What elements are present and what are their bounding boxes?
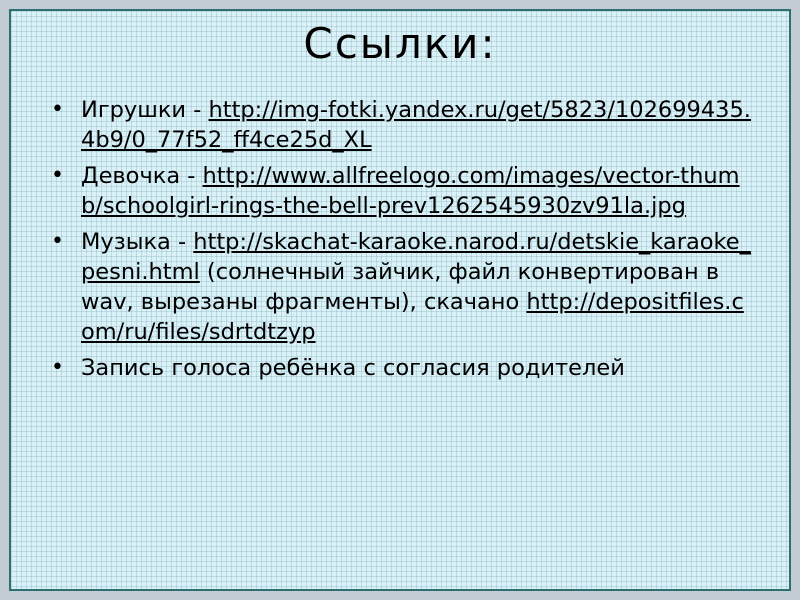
item-label: Музыка - (81, 229, 194, 255)
slide-title: Ссылки: (303, 19, 497, 68)
item-label: Запись голоса ребёнка с согласия родител… (81, 355, 625, 381)
bullet-icon: • (51, 97, 64, 122)
slide: Ссылки: • Игрушки - http://img-fotki.yan… (9, 9, 791, 591)
bullet-icon: • (51, 163, 64, 188)
item-label: Девочка - (81, 163, 203, 189)
item-label: Игрушки - (81, 97, 209, 123)
links-list: • Игрушки - http://img-fotki.yandex.ru/g… (51, 95, 751, 389)
bullet-icon: • (51, 229, 64, 254)
list-item-voice: • Запись голоса ребёнка с согласия родит… (51, 353, 751, 383)
bullet-icon: • (51, 355, 64, 380)
list-item-toys: • Игрушки - http://img-fotki.yandex.ru/g… (51, 95, 751, 155)
list-item-girl: • Девочка - http://www.allfreelogo.com/i… (51, 161, 751, 221)
list-item-music: • Музыка - http://skachat-karaoke.narod.… (51, 227, 751, 347)
